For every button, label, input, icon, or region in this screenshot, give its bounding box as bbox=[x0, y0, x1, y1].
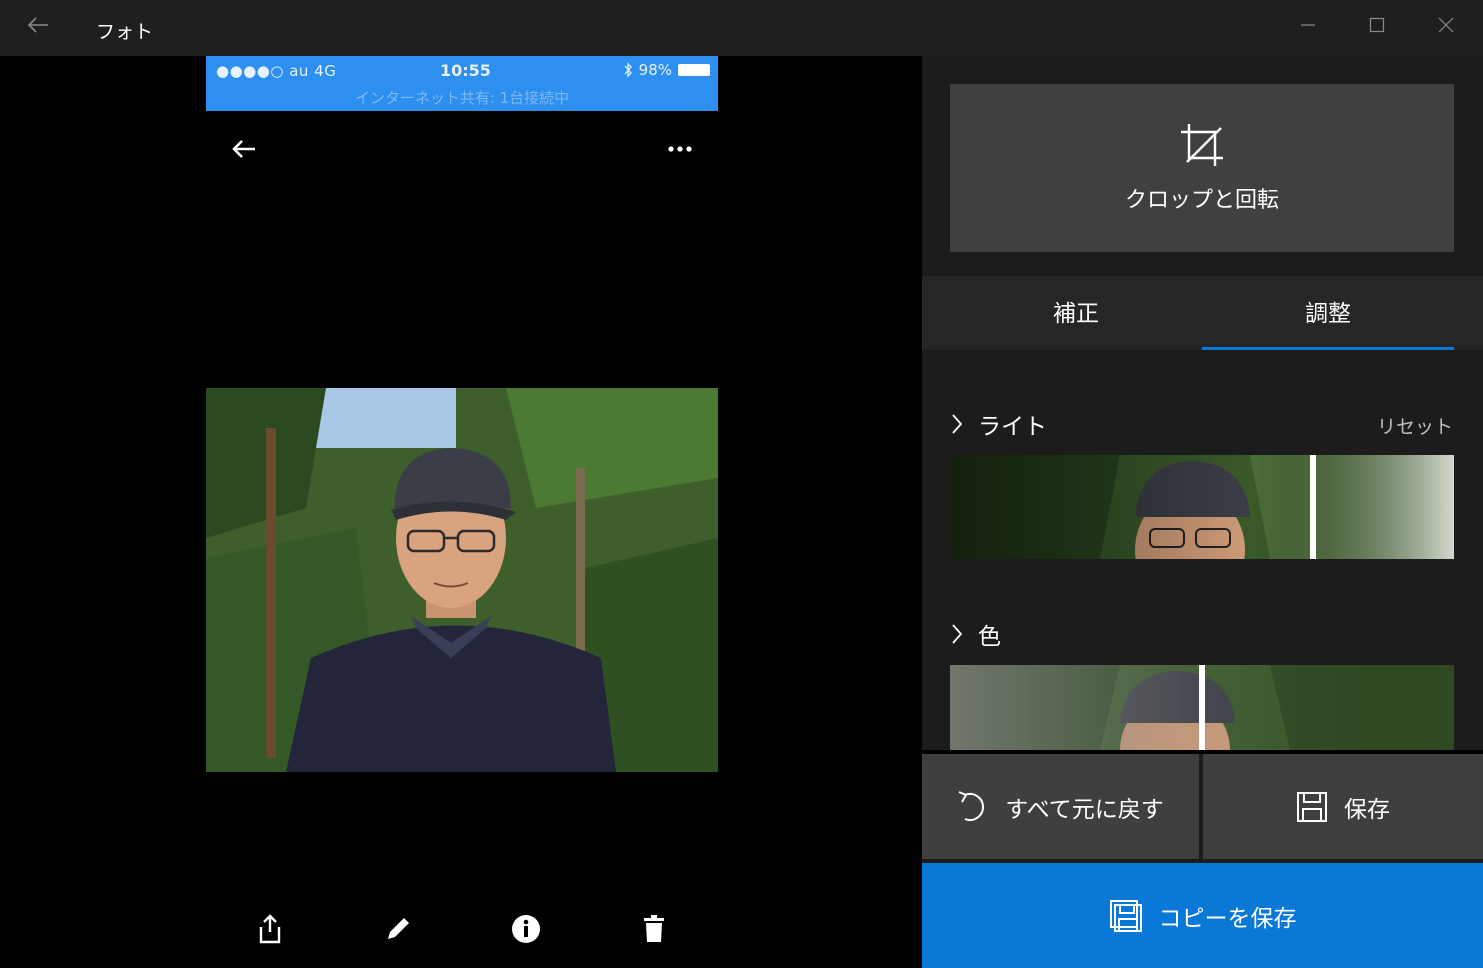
back-button[interactable] bbox=[22, 10, 54, 40]
reset-light-link[interactable]: リセット bbox=[1377, 412, 1453, 439]
undo-icon bbox=[958, 790, 985, 821]
save-copy-label: コピーを保存 bbox=[1158, 905, 1297, 932]
color-section-title: 色 bbox=[978, 624, 1001, 650]
maximize-icon bbox=[1369, 17, 1385, 33]
phone-more-menu bbox=[660, 134, 700, 164]
color-slider[interactable] bbox=[950, 665, 1454, 750]
save-icon bbox=[1297, 791, 1327, 822]
maximize-button[interactable] bbox=[1357, 10, 1397, 40]
close-button[interactable] bbox=[1426, 10, 1466, 40]
close-icon bbox=[1438, 17, 1454, 33]
save-copy-button[interactable]: コピーを保存 bbox=[922, 863, 1483, 968]
window-title: フォト bbox=[96, 21, 154, 43]
undo-all-label: すべて元に戻す bbox=[1005, 796, 1164, 823]
edit-tabs: 補正 調整 bbox=[922, 276, 1483, 350]
color-section-header[interactable]: 色 bbox=[950, 616, 1001, 652]
light-section-header[interactable]: ライト bbox=[950, 406, 1047, 442]
phone-battery: 98% bbox=[623, 61, 710, 79]
battery-icon bbox=[678, 64, 710, 76]
phone-carrier: ●●●●○ au 4G bbox=[216, 62, 337, 80]
chevron-right-icon bbox=[952, 624, 963, 644]
chevron-right-icon bbox=[952, 414, 963, 434]
portrait-photo bbox=[206, 388, 718, 772]
edit-panel: クロップと回転 補正 調整 ライト リセット 色 すべて元に戻す 保存 コピーを… bbox=[922, 56, 1483, 968]
more-dots-icon bbox=[668, 146, 692, 152]
arrow-left-icon bbox=[232, 140, 255, 158]
phone-status-bar: ●●●●○ au 4G 10:55 98% インターネット共有: 1台接続中 bbox=[206, 56, 718, 111]
crop-rotate-button[interactable]: クロップと回転 bbox=[950, 84, 1454, 252]
color-slider-handle[interactable] bbox=[1199, 665, 1205, 750]
tab-enhance[interactable]: 補正 bbox=[950, 294, 1202, 328]
pencil-icon bbox=[380, 911, 416, 947]
phone-time: 10:55 bbox=[440, 61, 491, 80]
crop-rotate-label: クロップと回転 bbox=[1124, 188, 1279, 213]
crop-icon bbox=[1181, 124, 1223, 166]
share-icon bbox=[252, 911, 288, 947]
light-slider[interactable] bbox=[950, 455, 1454, 559]
undo-all-button[interactable]: すべて元に戻す bbox=[922, 754, 1199, 859]
bluetooth-icon bbox=[624, 62, 632, 78]
save-button[interactable]: 保存 bbox=[1203, 754, 1483, 859]
light-section-title: ライト bbox=[978, 414, 1047, 440]
minimize-button[interactable] bbox=[1288, 10, 1328, 40]
phone-back-arrow bbox=[226, 134, 262, 164]
arrow-left-icon bbox=[27, 17, 48, 33]
battery-percent: 98% bbox=[638, 61, 672, 79]
photo-viewer: ●●●●○ au 4G 10:55 98% インターネット共有: 1台接続中 bbox=[0, 56, 922, 968]
save-copy-icon bbox=[1109, 899, 1142, 932]
trash-icon bbox=[636, 911, 672, 947]
phone-hotspot-text: インターネット共有: 1台接続中 bbox=[354, 89, 570, 107]
tab-adjust[interactable]: 調整 bbox=[1202, 294, 1454, 328]
save-label: 保存 bbox=[1344, 796, 1390, 823]
title-bar: フォト bbox=[0, 0, 1483, 56]
light-slider-handle[interactable] bbox=[1309, 455, 1316, 559]
minimize-icon bbox=[1301, 24, 1315, 26]
tab-selected-indicator bbox=[1202, 347, 1454, 350]
info-icon bbox=[508, 911, 544, 947]
